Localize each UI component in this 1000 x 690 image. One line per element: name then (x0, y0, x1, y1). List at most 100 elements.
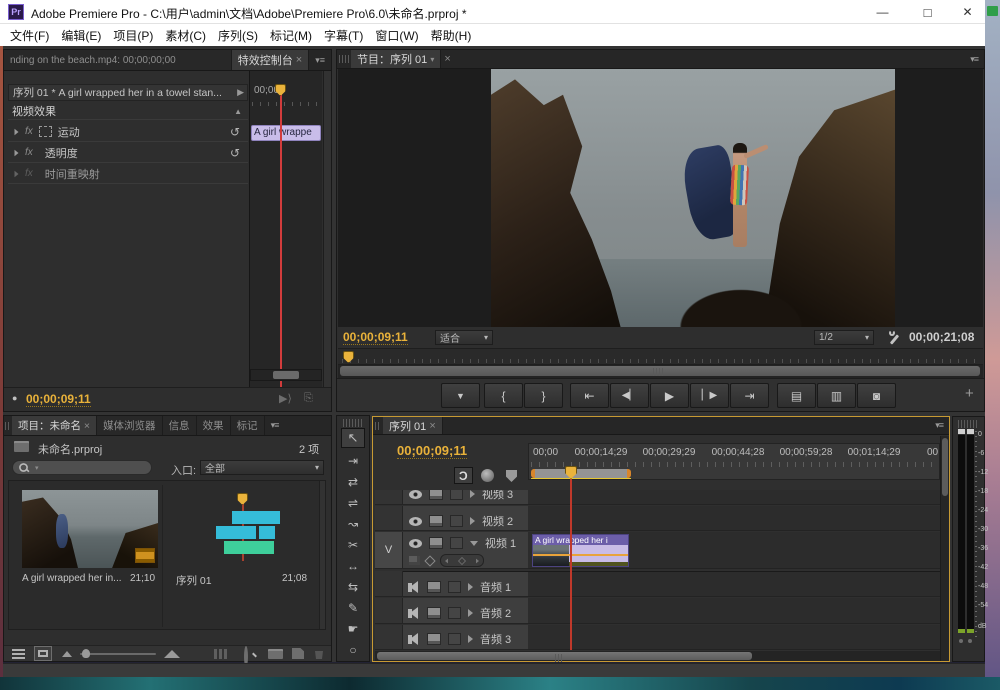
track-lock-icon[interactable] (448, 633, 461, 645)
entry-dropdown[interactable]: 全部▾ (200, 460, 324, 475)
menu-marker[interactable]: 标记(M) (264, 24, 318, 46)
encore-marker-icon[interactable] (481, 469, 494, 482)
panel-grip[interactable] (5, 422, 11, 430)
expand-track-icon[interactable] (468, 609, 473, 617)
resolution-dropdown[interactable]: 1/2▾ (814, 330, 874, 345)
ecp-section-video-effects[interactable]: 视频效果 ▲ (8, 103, 248, 120)
tool-selection[interactable]: ↖ (341, 428, 365, 448)
add-button[interactable]: + (965, 385, 974, 402)
work-area-bar[interactable] (531, 469, 631, 478)
search-box[interactable]: ▾ (12, 460, 152, 475)
expand-icon[interactable] (15, 170, 19, 176)
add-keyframe-icon[interactable] (424, 555, 435, 566)
timeline-playhead-line[interactable] (570, 479, 572, 650)
sync-lock-icon[interactable] (429, 537, 443, 549)
slider-thumb[interactable] (82, 649, 90, 658)
collapse-track-icon[interactable] (470, 541, 478, 546)
panel-grip[interactable] (375, 422, 381, 430)
zoombar-thumb[interactable] (273, 371, 299, 379)
marker-button[interactable]: ▼ (441, 383, 480, 408)
tool-ripple-edit[interactable]: ⇄ (341, 473, 365, 491)
step-forward-button[interactable]: ▏▶ (690, 383, 729, 408)
ecp-vscrollbar[interactable] (323, 71, 331, 387)
track-header-video1[interactable]: 视频 1 (403, 532, 528, 569)
expand-track-icon[interactable] (470, 517, 475, 525)
ecp-mini-timeline[interactable]: 00;00 A girl wrappe (249, 71, 322, 387)
expand-track-icon[interactable] (468, 635, 473, 643)
program-ruler[interactable] (338, 348, 983, 365)
goto-in-button[interactable]: ⇤ (570, 383, 609, 408)
tab-source-monitor[interactable]: nding on the beach.mp4: 00;00;00;00 (4, 50, 232, 70)
tab-close-icon[interactable]: × (441, 50, 453, 68)
tab-effect-controls[interactable]: 特效控制台 × (232, 50, 310, 70)
prev-keyframe-icon[interactable] (445, 558, 448, 563)
zoom-in-icon[interactable] (164, 650, 180, 658)
tool-zoom[interactable]: ○ (341, 641, 365, 659)
track-lock-icon[interactable] (450, 515, 463, 527)
sync-lock-icon[interactable] (427, 633, 441, 645)
panel-menu-icon[interactable]: ▾≡ (964, 50, 984, 68)
expand-track-icon[interactable] (470, 490, 475, 498)
effect-row-time-remap[interactable]: fx 时间重映射 (8, 164, 248, 184)
menu-project[interactable]: 项目(P) (107, 24, 159, 46)
tool-slip[interactable]: ↔ (341, 557, 365, 575)
track-header-audio2[interactable]: 音频 2 (403, 598, 528, 624)
expand-icon[interactable] (15, 149, 19, 155)
ecp-playhead-line[interactable] (280, 91, 282, 387)
tab-info[interactable]: 信息 (163, 416, 197, 435)
panel-grip[interactable] (339, 55, 349, 63)
tab-sequence[interactable]: 序列 01 × (383, 417, 443, 434)
sync-lock-icon[interactable] (429, 490, 443, 500)
track-lock-icon[interactable] (448, 607, 461, 619)
timeline-hscrollbar[interactable] (375, 651, 940, 661)
list-view-icon[interactable] (12, 649, 25, 659)
toggle-track-mute-icon[interactable] (408, 635, 420, 644)
track-header-audio1[interactable]: 音频 1 (403, 571, 528, 597)
program-timecode[interactable]: 00;00;09;11 (343, 330, 408, 345)
toggle-track-mute-icon[interactable] (408, 609, 420, 618)
track-header-video2[interactable]: 视频 2 (403, 506, 528, 531)
timeline-timecode[interactable]: 00;00;09;11 (397, 443, 467, 459)
export-frame-button[interactable]: ◙ (857, 383, 896, 408)
tab-close-icon[interactable]: × (429, 420, 435, 432)
bin-vscrollbar[interactable] (319, 481, 326, 630)
play-in-out-icon[interactable]: ▶⟩ (279, 392, 292, 405)
tool-razor[interactable]: ✂ (341, 536, 365, 554)
program-scrollbar[interactable] (338, 365, 983, 378)
lane-audio1[interactable] (528, 571, 940, 597)
close-button[interactable]: ✕ (950, 0, 985, 24)
clip-opacity-rubberband[interactable] (533, 554, 629, 556)
vscroll-thumb[interactable] (942, 438, 948, 496)
mark-out-button[interactable]: } (524, 383, 563, 408)
tool-slide[interactable]: ⇆ (341, 578, 365, 596)
hscroll-thumb[interactable] (377, 652, 752, 660)
extract-button[interactable]: ▥ (817, 383, 856, 408)
play-button[interactable]: ▶ (650, 383, 689, 408)
dropdown-icon[interactable]: ▾ (430, 55, 434, 64)
thumbnail-zoom-slider[interactable] (80, 653, 156, 655)
reset-icon[interactable]: ↺ (230, 125, 240, 139)
titlebar[interactable]: Pr Adobe Premiere Pro - C:\用户\admin\文档\A… (0, 0, 985, 24)
track-lock-icon[interactable] (450, 537, 463, 549)
menu-sequence[interactable]: 序列(S) (212, 24, 264, 46)
ecp-mini-clip[interactable]: A girl wrappe (251, 125, 321, 141)
panel-menu-icon[interactable]: ▾≡ (929, 417, 949, 434)
keyframe-nav[interactable] (440, 554, 484, 567)
maximize-button[interactable]: □ (905, 0, 950, 24)
sync-lock-icon[interactable] (427, 607, 441, 619)
ecp-clip-header[interactable]: 序列 01 * A girl wrapped her in a towel st… (8, 84, 248, 101)
tab-effects[interactable]: 效果 (197, 416, 231, 435)
expand-icon[interactable] (15, 128, 19, 134)
automate-sequence-icon[interactable] (214, 649, 228, 659)
track-header-video3[interactable]: 视频 3 (403, 490, 528, 505)
sync-lock-icon[interactable] (427, 581, 441, 593)
track-header-audio3[interactable]: 音频 3 (403, 625, 528, 650)
track-lock-icon[interactable] (450, 490, 463, 500)
mark-in-button[interactable]: { (484, 383, 523, 408)
clip-thumbnail[interactable] (22, 490, 158, 568)
bin-item-clip[interactable]: A girl wrapped her in... 21;10 (15, 485, 163, 627)
lane-video2[interactable] (528, 506, 940, 531)
next-keyframe-icon[interactable] (476, 558, 479, 563)
settings-wrench-icon[interactable] (888, 330, 902, 345)
menu-clip[interactable]: 素材(C) (159, 24, 212, 46)
